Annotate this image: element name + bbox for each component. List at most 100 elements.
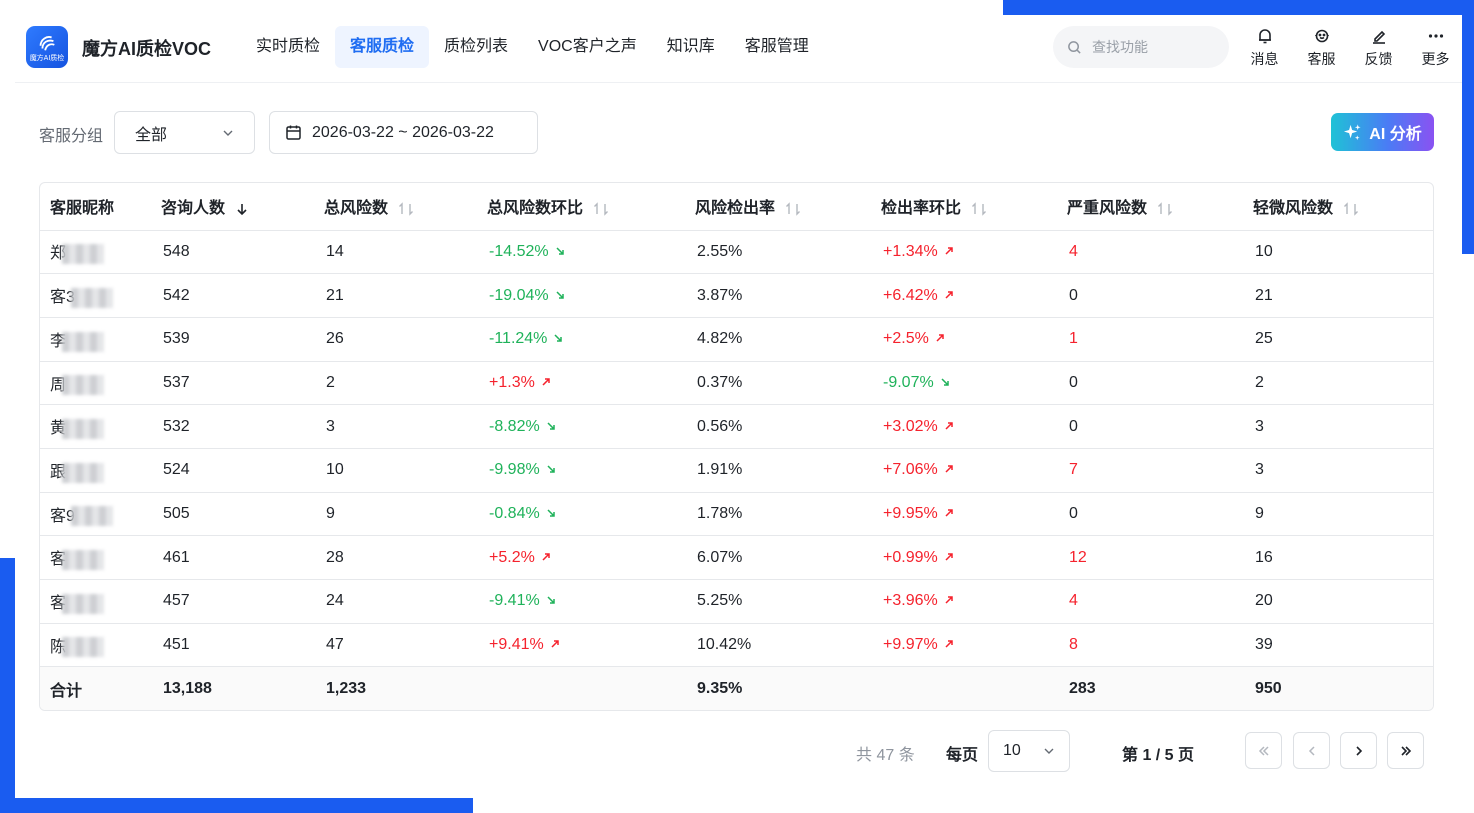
cell-severe-risk: 0 xyxy=(1057,273,1243,318)
more-label: 更多 xyxy=(1421,51,1450,67)
cell-total-risk: 3 xyxy=(314,404,477,449)
cell-consults: 532 xyxy=(151,404,314,449)
rate-mom-value: +0.99% xyxy=(883,548,938,566)
next-page-button[interactable] xyxy=(1340,732,1377,769)
nav-item-realtime[interactable]: 实时质检 xyxy=(241,26,335,68)
risk-mom-value: +5.2% xyxy=(489,548,535,566)
cell-severe-risk-value: 4 xyxy=(1069,242,1078,260)
table-body: 郑 548 14 -14.52% 2.55% +1.34% 4 10 客3 542 21 -19.04… xyxy=(40,230,1433,710)
cell-total-risk: 21 xyxy=(314,273,477,318)
cell-nickname: 客 xyxy=(40,579,151,624)
risk-mom-value: +9.41% xyxy=(489,636,544,654)
cell-consults-value: 539 xyxy=(163,330,190,348)
trend-down-icon xyxy=(556,247,564,255)
ai-analysis-button[interactable]: AI 分析 xyxy=(1331,113,1434,151)
search-input[interactable] xyxy=(1092,39,1222,55)
col-header-total-risk[interactable]: 总风险数 xyxy=(314,183,477,231)
col-header-risk-mom[interactable]: 总风险数环比 xyxy=(477,183,685,231)
feedback-button[interactable]: 反馈 xyxy=(1350,27,1407,69)
cell-severe-risk: 12 xyxy=(1057,535,1243,580)
logo-spiral-icon xyxy=(39,35,55,51)
top-header: 魔方AI质检 魔方AI质检VOC 实时质检 客服质检 质检列表 VOC客户之声 … xyxy=(15,15,1462,83)
sort-icon[interactable] xyxy=(593,202,609,216)
cell-consults: 524 xyxy=(151,448,314,493)
nav-item-voc[interactable]: VOC客户之声 xyxy=(523,26,652,68)
cell-minor-risk-value: 20 xyxy=(1255,592,1273,610)
rate-mom-value: +9.97% xyxy=(883,636,938,654)
cell-risk-mom: -11.24% xyxy=(477,317,685,362)
cell-risk-mom: -19.04% xyxy=(477,273,685,318)
sort-desc-icon[interactable] xyxy=(235,202,249,216)
cell-total-label-value: 合计 xyxy=(50,682,83,700)
risk-mom-value: -11.24% xyxy=(489,330,548,348)
col-header-minor-risk[interactable]: 轻微风险数 xyxy=(1243,183,1433,231)
nav-item-cs-inspection[interactable]: 客服质检 xyxy=(335,26,430,68)
cell-empty xyxy=(871,666,1057,710)
cell-severe-risk-value: 12 xyxy=(1069,548,1087,566)
cell-total-risk-value: 21 xyxy=(326,286,344,304)
sort-icon[interactable] xyxy=(398,202,414,216)
prev-page-button[interactable] xyxy=(1293,732,1330,769)
bell-icon xyxy=(1258,29,1271,44)
customer-service-button[interactable]: 客服 xyxy=(1293,27,1350,69)
table-row: 客 461 28 +5.2% 6.07% +0.99% 12 16 xyxy=(40,535,1433,580)
col-header-consults[interactable]: 咨询人数 xyxy=(151,183,314,231)
messages-button[interactable]: 消息 xyxy=(1236,27,1293,69)
customer-service-label: 客服 xyxy=(1307,51,1336,67)
cell-consults: 548 xyxy=(151,230,314,275)
search-box[interactable] xyxy=(1053,26,1229,68)
cell-severe-risk-value: 0 xyxy=(1069,286,1078,304)
rate-mom-value: -9.07% xyxy=(883,373,934,391)
group-select[interactable]: 全部 xyxy=(114,111,255,154)
trend-down-icon xyxy=(547,596,555,605)
logo-text: 魔方AI质检 xyxy=(29,54,65,62)
nav-item-knowledge-base[interactable]: 知识库 xyxy=(652,26,730,68)
cell-severe-risk: 0 xyxy=(1057,404,1243,449)
nickname-mask xyxy=(62,418,105,439)
ai-analysis-label: AI 分析 xyxy=(1369,126,1422,143)
cell-consults-value: 457 xyxy=(163,592,190,610)
col-header-rate-mom[interactable]: 检出率环比 xyxy=(871,183,1057,231)
nav-item-inspection-list[interactable]: 质检列表 xyxy=(429,26,523,68)
cell-nickname: 李 xyxy=(40,317,151,362)
first-page-button[interactable] xyxy=(1245,732,1282,769)
col-header-detect-rate[interactable]: 风险检出率 xyxy=(685,183,871,231)
cell-empty xyxy=(477,666,685,710)
cell-severe-risk: 0 xyxy=(1057,361,1243,406)
cell-consults: 537 xyxy=(151,361,314,406)
per-page-select[interactable]: 10 xyxy=(988,730,1070,772)
more-icon xyxy=(1428,34,1443,38)
cell-detect-rate-value: 1.78% xyxy=(697,504,743,522)
cell-minor-risk: 16 xyxy=(1243,535,1433,580)
last-page-button[interactable] xyxy=(1387,732,1424,769)
date-range-value: 2026-03-22 ~ 2026-03-22 xyxy=(312,123,494,141)
cell-detect-rate: 10.42% xyxy=(685,623,871,668)
rate-mom-value: +7.06% xyxy=(883,461,938,479)
more-button[interactable]: 更多 xyxy=(1407,27,1464,69)
table-row: 陈 451 47 +9.41% 10.42% +9.97% 8 39 xyxy=(40,623,1433,668)
sort-icon[interactable] xyxy=(785,202,801,216)
date-range-picker[interactable]: 2026-03-22 ~ 2026-03-22 xyxy=(269,111,538,154)
col-header-severe-risk[interactable]: 严重风险数 xyxy=(1057,183,1243,231)
cell-consults-value: 451 xyxy=(163,636,190,654)
nav-item-cs-management[interactable]: 客服管理 xyxy=(730,26,824,68)
cell-rate-mom: -9.07% xyxy=(871,361,1057,406)
sort-icon[interactable] xyxy=(1343,202,1359,216)
cell-detect-rate: 5.25% xyxy=(685,579,871,624)
cell-severe-risk-value: 4 xyxy=(1069,592,1078,610)
cell-detect-rate-value: 2.55% xyxy=(697,242,743,260)
cell-total-risk-value: 47 xyxy=(326,636,344,654)
cell-nickname: 周 xyxy=(40,361,151,406)
nickname-mask xyxy=(62,331,105,352)
sort-icon[interactable] xyxy=(1157,202,1173,216)
double-chevron-left-icon xyxy=(1258,745,1269,756)
nickname-mask xyxy=(62,637,105,658)
nickname-mask xyxy=(62,550,105,571)
main-nav: 实时质检 客服质检 质检列表 VOC客户之声 知识库 客服管理 xyxy=(241,26,824,68)
app-logo[interactable]: 魔方AI质检 xyxy=(26,26,68,68)
table-row: 黄 532 3 -8.82% 0.56% +3.02% 0 3 xyxy=(40,404,1433,449)
sort-icon[interactable] xyxy=(971,202,987,216)
cell-total-rate: 9.35% xyxy=(685,666,871,710)
cell-risk-mom: -14.52% xyxy=(477,230,685,275)
cell-severe-risk: 0 xyxy=(1057,492,1243,537)
